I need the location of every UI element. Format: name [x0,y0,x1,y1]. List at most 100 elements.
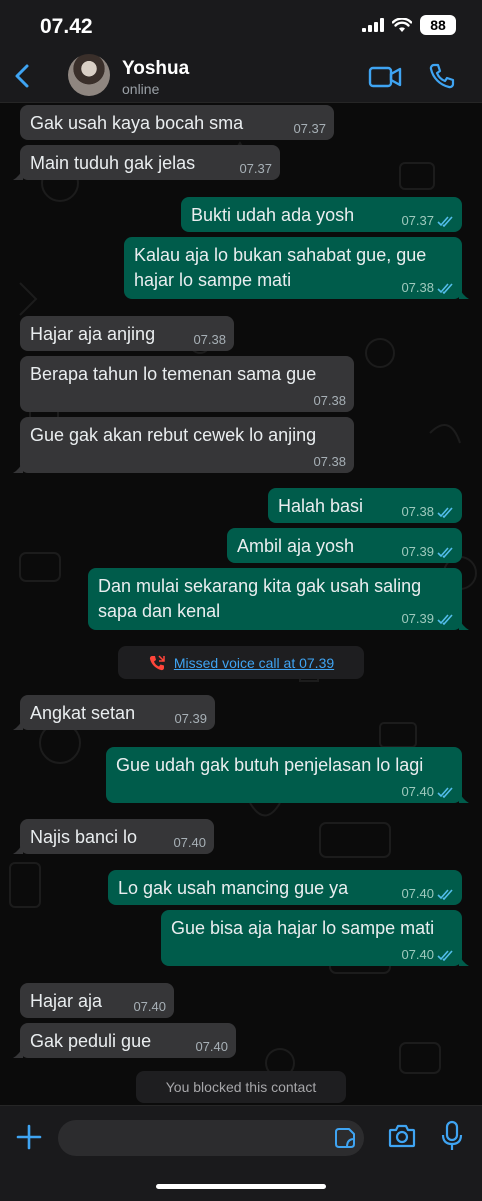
message-text: Gue udah gak butuh penjelasan lo lagi [116,755,424,775]
battery-indicator: 88 [420,15,456,35]
bubble-tail [459,954,469,966]
home-indicator[interactable] [156,1184,326,1189]
message-text: Halah basi [278,496,364,516]
message-text: Kalau aja lo bukan sahabat gue, gue haja… [134,245,427,290]
bubble-tail [13,461,23,473]
message-incoming[interactable]: Angkat setan 07.39 [13,695,215,730]
message-time: 07.38 [313,393,346,408]
read-receipt-icon [437,786,453,798]
message-meta: 07.38 [193,333,226,347]
wifi-icon [392,17,412,32]
message-outgoing[interactable]: Kalau aja lo bukan sahabat gue, gue haja… [124,237,469,299]
message-incoming[interactable]: Hajar aja anjing 07.38 [20,316,234,351]
message-text: Gak peduli gue [30,1031,152,1051]
bubble-tail [459,791,469,803]
missed-call-link[interactable]: Missed voice call at 07.39 [174,655,334,671]
chat-area[interactable]: Gak usah kaya bocah sma 07.37 Main tuduh… [0,103,482,1105]
message-meta: 07.40 [401,948,454,962]
message-time: 07.38 [313,454,346,469]
missed-call-notice[interactable]: Missed voice call at 07.39 [118,646,364,679]
status-bar: 07.42 88 [0,0,482,50]
bubble-tail [459,287,469,299]
message-meta: 07.40 [173,836,206,850]
message-outgoing[interactable]: Gue bisa aja hajar lo sampe mati 07.40 [161,910,469,966]
plus-icon[interactable] [15,1123,43,1151]
sticker-icon[interactable] [334,1127,356,1149]
message-text: Ambil aja yosh [237,536,355,556]
message-incoming[interactable]: Najis banci lo 07.40 [13,819,214,854]
message-time: 07.40 [173,835,206,850]
video-call-icon[interactable] [368,64,402,90]
message-meta: 07.39 [174,712,207,726]
missed-call-icon [149,654,165,670]
message-time: 07.39 [174,711,207,726]
message-time: 07.39 [401,544,434,559]
read-receipt-icon [437,282,453,294]
message-text: Dan mulai sekarang kita gak usah saling … [98,576,422,621]
message-meta: 07.38 [313,455,346,469]
message-time: 07.37 [239,161,272,176]
message-time: 07.40 [401,947,434,962]
bubble-tail [13,168,23,180]
message-text: Gue bisa aja hajar lo sampe mati [171,918,435,938]
message-incoming[interactable]: Berapa tahun lo temenan sama gue 07.38 [20,356,354,412]
contact-name[interactable]: Yoshua [122,58,189,80]
read-receipt-icon [437,888,453,900]
message-incoming[interactable]: Gue gak akan rebut cewek lo anjing 07.38 [13,417,354,473]
message-meta: 07.37 [293,122,326,136]
message-time: 07.40 [401,784,434,799]
message-meta: 07.38 [313,394,346,408]
message-meta: 07.40 [195,1040,228,1054]
voice-call-icon[interactable] [428,62,456,90]
bubble-tail [13,842,23,854]
message-time: 07.39 [401,611,434,626]
bubble-tail [13,1046,23,1058]
message-outgoing[interactable]: Ambil aja yosh 07.39 [227,528,462,563]
read-receipt-icon [437,546,453,558]
back-button[interactable] [10,62,38,90]
message-meta: 07.37 [401,214,454,228]
blocked-contact-text: You blocked this contact [165,1079,317,1095]
message-time: 07.40 [195,1039,228,1054]
message-incoming[interactable]: Gak peduli gue 07.40 [13,1023,236,1058]
message-text: Angkat setan [30,703,136,723]
message-meta: 07.38 [401,281,454,295]
message-text: Lo gak usah mancing gue ya [118,878,349,898]
message-input[interactable] [58,1120,364,1156]
microphone-icon[interactable] [440,1120,464,1152]
camera-icon[interactable] [388,1123,416,1149]
message-outgoing[interactable]: Gue udah gak butuh penjelasan lo lagi 07… [106,747,469,803]
message-time: 07.38 [401,504,434,519]
message-meta: 07.40 [401,785,454,799]
read-receipt-icon [437,215,453,227]
message-time: 07.38 [193,332,226,347]
status-time: 07.42 [40,15,93,38]
signal-icon [362,18,384,32]
contact-status: online [122,81,160,97]
message-text: Hajar aja [30,991,103,1011]
bubble-tail [459,618,469,630]
message-text: Bukti udah ada yosh [191,205,355,225]
message-outgoing[interactable]: Dan mulai sekarang kita gak usah saling … [88,568,469,630]
message-meta: 07.39 [401,612,454,626]
message-time: 07.40 [401,886,434,901]
chat-header: Yoshua online [0,50,482,103]
message-meta: 07.37 [239,162,272,176]
bubble-tail [13,718,23,730]
message-text: Najis banci lo [30,827,138,847]
message-outgoing[interactable]: Lo gak usah mancing gue ya 07.40 [108,870,462,905]
message-text: Gue gak akan rebut cewek lo anjing [30,425,317,445]
message-incoming[interactable]: Hajar aja 07.40 [20,983,174,1018]
message-incoming[interactable]: Gak usah kaya bocah sma 07.37 [20,105,334,140]
read-receipt-icon [437,613,453,625]
message-meta: 07.40 [401,887,454,901]
message-text: Hajar aja anjing [30,324,156,344]
message-time: 07.37 [293,121,326,136]
message-time: 07.37 [401,213,434,228]
message-text: Berapa tahun lo temenan sama gue [30,364,317,384]
avatar[interactable] [68,54,110,96]
message-time: 07.38 [401,280,434,295]
message-outgoing[interactable]: Bukti udah ada yosh 07.37 [181,197,462,232]
message-incoming[interactable]: Main tuduh gak jelas 07.37 [13,145,280,180]
message-outgoing[interactable]: Halah basi 07.38 [268,488,462,523]
